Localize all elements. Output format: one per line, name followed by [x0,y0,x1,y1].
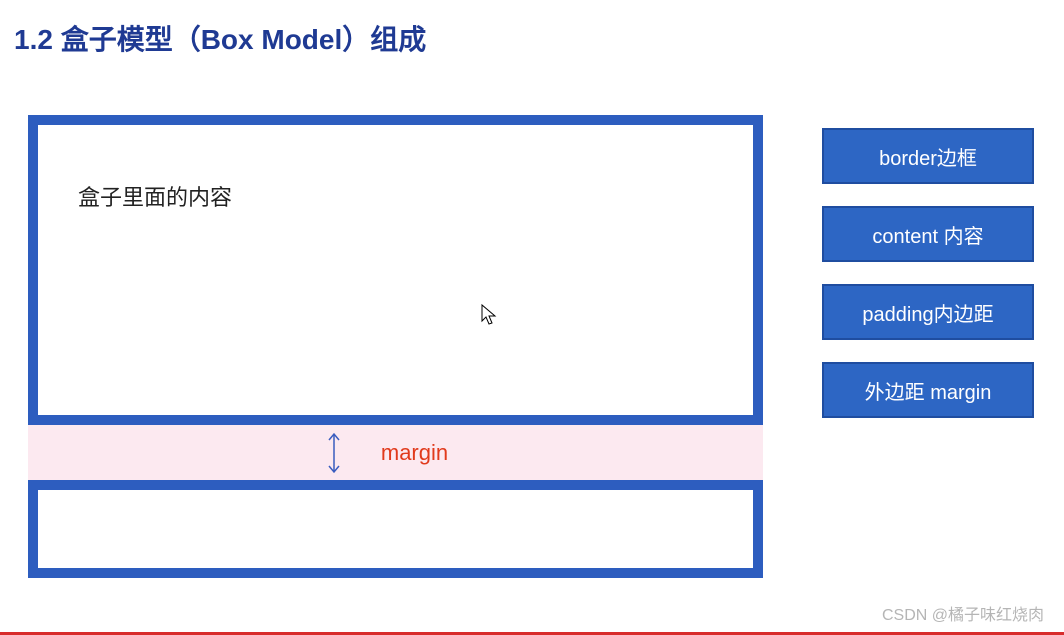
margin-strip: margin [28,425,763,480]
label-margin: 外边距 margin [822,362,1034,418]
margin-label: margin [381,440,448,466]
label-content: content 内容 [822,206,1034,262]
cursor-icon [480,303,498,332]
page-title: 1.2 盒子模型（Box Model）组成 [0,0,1064,58]
bottom-box [28,480,763,578]
label-border: border边框 [822,128,1034,184]
label-padding: padding内边距 [822,284,1034,340]
labels-panel: border边框 content 内容 padding内边距 外边距 margi… [822,128,1034,418]
box-model-diagram: 盒子里面的内容 margin [28,115,763,578]
vertical-arrow-icon [326,431,342,475]
box-content-text: 盒子里面的内容 [78,180,753,212]
watermark: CSDN @橘子味红烧肉 [882,601,1044,625]
top-box: 盒子里面的内容 [28,115,763,425]
